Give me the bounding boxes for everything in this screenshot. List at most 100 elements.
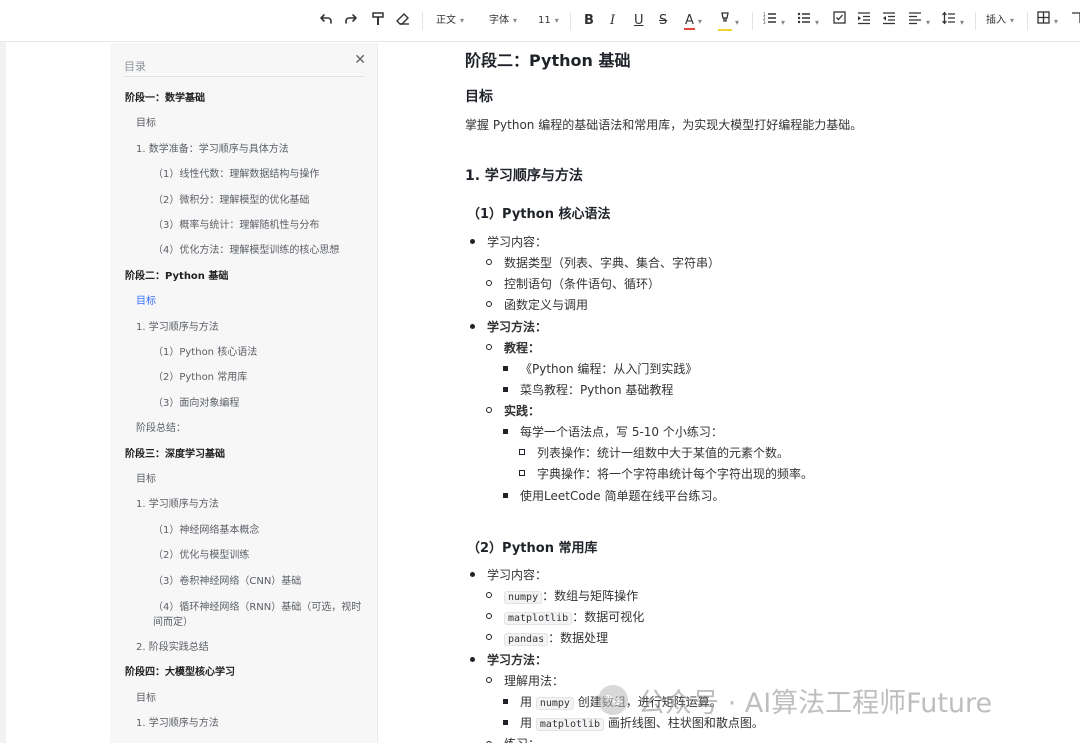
toc-item[interactable]: （3）面向对象编程 [153,397,239,411]
ordered-list-icon: 123 [763,12,776,25]
bold-button[interactable]: B [584,11,594,31]
bullet-list-button[interactable]: ▾ [797,11,819,31]
toc-item[interactable]: 1. 数学准备：学习顺序与具体方法 [136,143,289,157]
table-icon [1037,11,1050,24]
toc-item[interactable]: 阶段一：数学基础 [125,92,205,106]
list-item: 函数定义与调用 [504,298,589,312]
toc-item[interactable]: 目标 [136,692,156,706]
toc-item[interactable]: （4）优化方法：理解模型训练的核心思想 [153,244,339,258]
toc-item[interactable]: 目标 [136,117,156,131]
format-painter-icon[interactable] [370,11,386,31]
font-color-button[interactable]: A ▾ [684,11,702,31]
understand-label: 理解用法： [504,674,565,688]
use-prefix: 用 [520,716,533,730]
chevron-down-icon: ▾ [960,18,965,27]
chevron-down-icon: ▾ [1054,17,1059,26]
toc-item[interactable]: 2. 阶段实践总结 [136,641,209,655]
text-style-select[interactable]: 正文 ▾ [436,11,464,31]
toc-item[interactable]: 阶段四：大模型核心学习 [125,666,235,680]
italic-button[interactable]: I [610,11,615,31]
toc-item[interactable]: 1. 学习顺序与方法 [136,321,219,335]
s2-content-label: 学习内容： [487,568,548,582]
practice-label: 实践： [504,404,541,418]
bullet-square [503,366,508,371]
lib-description: ：数组与矩阵操作 [542,589,639,603]
toc-item[interactable]: 阶段二：Python 基础 [125,270,228,284]
s1-content-label: 学习内容： [487,235,548,249]
list-item: numpy ：数组与矩阵操作 [504,587,638,604]
align-button[interactable]: ▾ [908,11,930,31]
toc-item[interactable]: （2）优化与模型训练 [153,549,249,563]
toc-item[interactable]: （3）卷积神经网络（CNN）基础 [153,575,301,589]
text-style-value: 正文 [436,15,456,26]
list-item: matplotlib ：数据可视化 [504,608,644,625]
bullet-circle [486,592,492,598]
toolbar-divider [570,12,571,30]
outdent-icon [883,12,895,25]
tutorial-label: 教程： [504,341,541,355]
font-size-select[interactable]: 11 ▾ [538,11,559,31]
practice-label-cut: 练习： [504,735,540,743]
toc-item[interactable]: 目标 [136,295,156,309]
line-spacing-button[interactable]: ▾ [942,11,964,31]
insert-label: 插入 [986,15,1006,26]
inline-code: matplotlib [535,718,605,731]
inline-code: matplotlib [504,612,573,625]
watermark-text: 公众号 · AI算法工程师Future [638,687,993,719]
toc-item[interactable]: （2）微积分：理解模型的优化基础 [153,194,309,208]
toc-item[interactable]: （1）线性代数：理解数据结构与操作 [153,168,319,182]
toc-item[interactable]: 1. 学习顺序与方法 [136,498,219,512]
toc-item[interactable]: （4）循环神经网络（RNN）基础（可选，视时间而定） [153,600,363,630]
inline-code: numpy [504,591,543,604]
bullet-circle [486,634,492,640]
list-item: 字典操作：将一个字符串统计每个字符出现的频率。 [537,467,814,481]
indent-button[interactable] [857,11,871,31]
table-button[interactable]: ▾ [1037,11,1058,31]
heading-learning-order: 1. 学习顺序与方法 [465,168,583,184]
close-icon[interactable]: ✕ [354,52,366,68]
chevron-down-icon: ▾ [926,18,931,27]
chevron-down-icon: ▾ [781,18,786,27]
heading-python-syntax: （1）Python 核心语法 [467,207,611,222]
font-family-select[interactable]: 字体 ▾ [489,11,517,31]
task-list-button[interactable] [833,11,846,31]
toc-header: 目录 ✕ [124,52,366,77]
toc-item[interactable]: 阶段三：深度学习基础 [125,448,225,462]
wechat-logo-icon [598,685,628,715]
insert-menu[interactable]: 插入 ▾ [986,11,1014,31]
chevron-down-icon: ▾ [1010,16,1015,25]
checkbox-icon [833,11,846,24]
bullet-circle [486,613,492,619]
more-icon[interactable] [1070,11,1080,31]
toc-item[interactable]: （1）Python 核心语法 [153,346,257,360]
strikethrough-button[interactable]: S [659,11,667,31]
outdent-button[interactable] [882,11,896,31]
toolbar-divider [1027,12,1028,30]
chevron-down-icon: ▾ [554,16,559,25]
list-item: 使用LeetCode 简单题在线平台练习。 [520,489,725,503]
list-item: 《Python 编程：从入门到实践》 [520,362,698,376]
redo-icon[interactable] [343,11,359,31]
goal-paragraph: 掌握 Python 编程的基础语法和常用库，为实现大模型打好编程能力基础。 [465,118,863,132]
list-item: 菜鸟教程：Python 基础教程 [520,383,674,397]
bullet-square [503,720,508,725]
toc-item[interactable]: 目标 [136,473,156,487]
toc-item[interactable]: （3）概率与统计：理解随机性与分布 [153,219,319,233]
lib-description: ：数据处理 [548,631,609,645]
document-body[interactable]: 阶段二：Python 基础 目标 掌握 Python 编程的基础语法和常用库，为… [380,43,1080,743]
undo-icon[interactable] [318,11,334,31]
bullet-circle [486,677,492,683]
bullet-list-icon [797,12,810,24]
highlight-button[interactable]: ▾ [718,11,739,31]
toc-item[interactable]: 1. 学习顺序与方法 [136,717,219,731]
clear-format-icon[interactable] [395,11,411,31]
toc-item[interactable]: （1）神经网络基本概念 [153,524,259,538]
toc-item[interactable]: （2）Python 常用库 [153,371,247,385]
bullet-circle [486,407,492,413]
toc-title: 目录 [124,60,146,73]
underline-button[interactable]: U [634,11,644,31]
toc-item[interactable]: 阶段总结： [136,422,186,436]
bullet-dot [470,657,475,662]
ordered-list-button[interactable]: 1 2 3 ▾ [763,11,785,31]
inline-code: numpy [535,697,574,710]
